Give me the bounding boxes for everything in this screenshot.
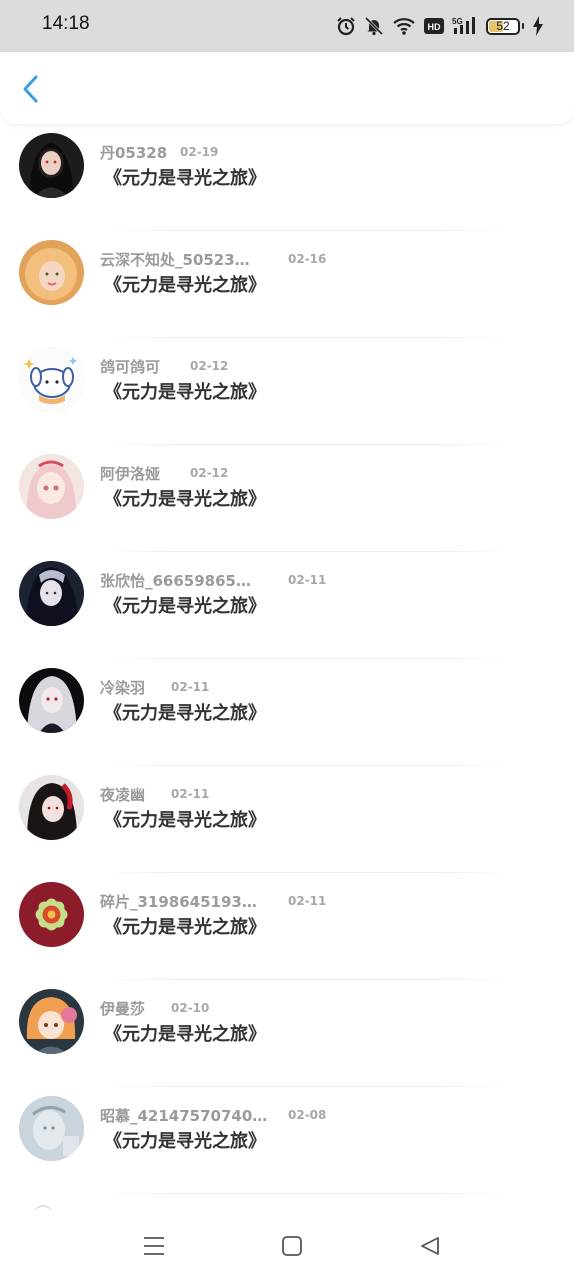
charging-icon bbox=[532, 16, 544, 36]
back-nav-button[interactable] bbox=[416, 1232, 444, 1260]
wifi-icon bbox=[392, 16, 416, 36]
date: 02-12 bbox=[190, 359, 229, 373]
avatar[interactable] bbox=[19, 240, 84, 305]
avatar[interactable] bbox=[19, 133, 84, 198]
list-item[interactable]: 昭慕_42147570740… 02-08 《元力是寻光之旅》 bbox=[0, 1087, 574, 1194]
username: 夜凌幽 bbox=[100, 786, 146, 804]
item-title: 《元力是寻光之旅》 bbox=[104, 382, 266, 403]
battery-icon: 52 bbox=[486, 17, 524, 35]
date: 02-11 bbox=[288, 573, 327, 587]
avatar[interactable] bbox=[19, 1096, 84, 1161]
home-button[interactable] bbox=[278, 1232, 306, 1260]
username: 冷染羽 bbox=[100, 679, 146, 697]
date: 02-11 bbox=[171, 680, 210, 694]
chevron-left-icon bbox=[23, 75, 38, 103]
username: 昭慕_42147570740… bbox=[100, 1107, 268, 1125]
signal-5g-icon: 5G bbox=[452, 16, 478, 36]
username: 碎片_3198645193… bbox=[100, 893, 257, 911]
list-item[interactable]: 张欣怡_66659865… 02-11 《元力是寻光之旅》 bbox=[0, 552, 574, 659]
menu-icon bbox=[144, 1237, 164, 1255]
back-triangle-icon bbox=[421, 1237, 439, 1255]
item-title: 《元力是寻光之旅》 bbox=[104, 168, 266, 189]
list-item[interactable]: 夜凌幽 02-11 《元力是寻光之旅》 bbox=[0, 766, 574, 873]
item-title: 《元力是寻光之旅》 bbox=[104, 703, 266, 724]
avatar[interactable] bbox=[19, 561, 84, 626]
date: 02-16 bbox=[288, 252, 327, 266]
username: 伊曼莎 bbox=[100, 1000, 146, 1018]
mute-icon bbox=[364, 16, 384, 36]
home-icon bbox=[282, 1236, 302, 1256]
list-item[interactable]: 丹05328 02-19 《元力是寻光之旅》 bbox=[0, 124, 574, 231]
header bbox=[0, 52, 574, 124]
date: 02-08 bbox=[288, 1108, 327, 1122]
status-bar: 14:18 HD 5G 52 bbox=[0, 0, 574, 52]
svg-text:HD: HD bbox=[428, 22, 441, 32]
item-title: 《元力是寻光之旅》 bbox=[104, 917, 266, 938]
avatar[interactable] bbox=[19, 347, 84, 412]
status-icons: HD 5G 52 bbox=[336, 14, 544, 38]
item-title: 《元力是寻光之旅》 bbox=[104, 275, 266, 296]
list-item[interactable]: 鸽可鸽可 02-12 《元力是寻光之旅》 bbox=[0, 338, 574, 445]
item-title: 《元力是寻光之旅》 bbox=[104, 810, 266, 831]
avatar[interactable] bbox=[19, 454, 84, 519]
list-item[interactable]: 冷染羽 02-11 《元力是寻光之旅》 bbox=[0, 659, 574, 766]
menu-button[interactable] bbox=[140, 1232, 168, 1260]
user-list: 丹05328 02-19 《元力是寻光之旅》 云深不知处_50523… 02-16 《元力… bbox=[0, 124, 574, 1210]
hd-icon: HD bbox=[424, 18, 444, 34]
username: 丹05328 bbox=[100, 144, 168, 162]
username: 云深不知处_50523… bbox=[100, 251, 250, 269]
item-title: 《元力是寻光之旅》 bbox=[104, 1131, 266, 1152]
back-button[interactable] bbox=[14, 72, 48, 106]
list-item[interactable]: 阿伊洛娅 02-12 《元力是寻光之旅》 bbox=[0, 445, 574, 552]
list-item[interactable]: 伊曼莎 02-10 《元力是寻光之旅》 bbox=[0, 980, 574, 1087]
date: 02-11 bbox=[288, 894, 327, 908]
item-title: 《元力是寻光之旅》 bbox=[104, 1024, 266, 1045]
avatar[interactable] bbox=[19, 989, 84, 1054]
date: 02-11 bbox=[171, 787, 210, 801]
date: 02-10 bbox=[171, 1001, 210, 1015]
item-title: 《元力是寻光之旅》 bbox=[104, 489, 266, 510]
list-item[interactable]: 碎片_3198645193… 02-11 《元力是寻光之旅》 bbox=[0, 873, 574, 980]
avatar[interactable] bbox=[19, 668, 84, 733]
avatar[interactable] bbox=[19, 882, 84, 947]
avatar[interactable] bbox=[19, 775, 84, 840]
item-title: 《元力是寻光之旅》 bbox=[104, 596, 266, 617]
list-item[interactable]: 云深不知处_50523… 02-16 《元力是寻光之旅》 bbox=[0, 231, 574, 338]
date: 02-19 bbox=[180, 145, 219, 159]
battery-level: 52 bbox=[496, 18, 510, 33]
username: 张欣怡_66659865… bbox=[100, 572, 251, 590]
status-time: 14:18 bbox=[42, 13, 90, 34]
username: 鸽可鸽可 bbox=[100, 358, 161, 376]
svg-text:5G: 5G bbox=[452, 17, 463, 26]
username: 阿伊洛娅 bbox=[100, 465, 161, 483]
navigation-bar bbox=[0, 1210, 574, 1280]
alarm-icon bbox=[336, 16, 356, 36]
date: 02-12 bbox=[190, 466, 229, 480]
divider bbox=[100, 1193, 514, 1194]
